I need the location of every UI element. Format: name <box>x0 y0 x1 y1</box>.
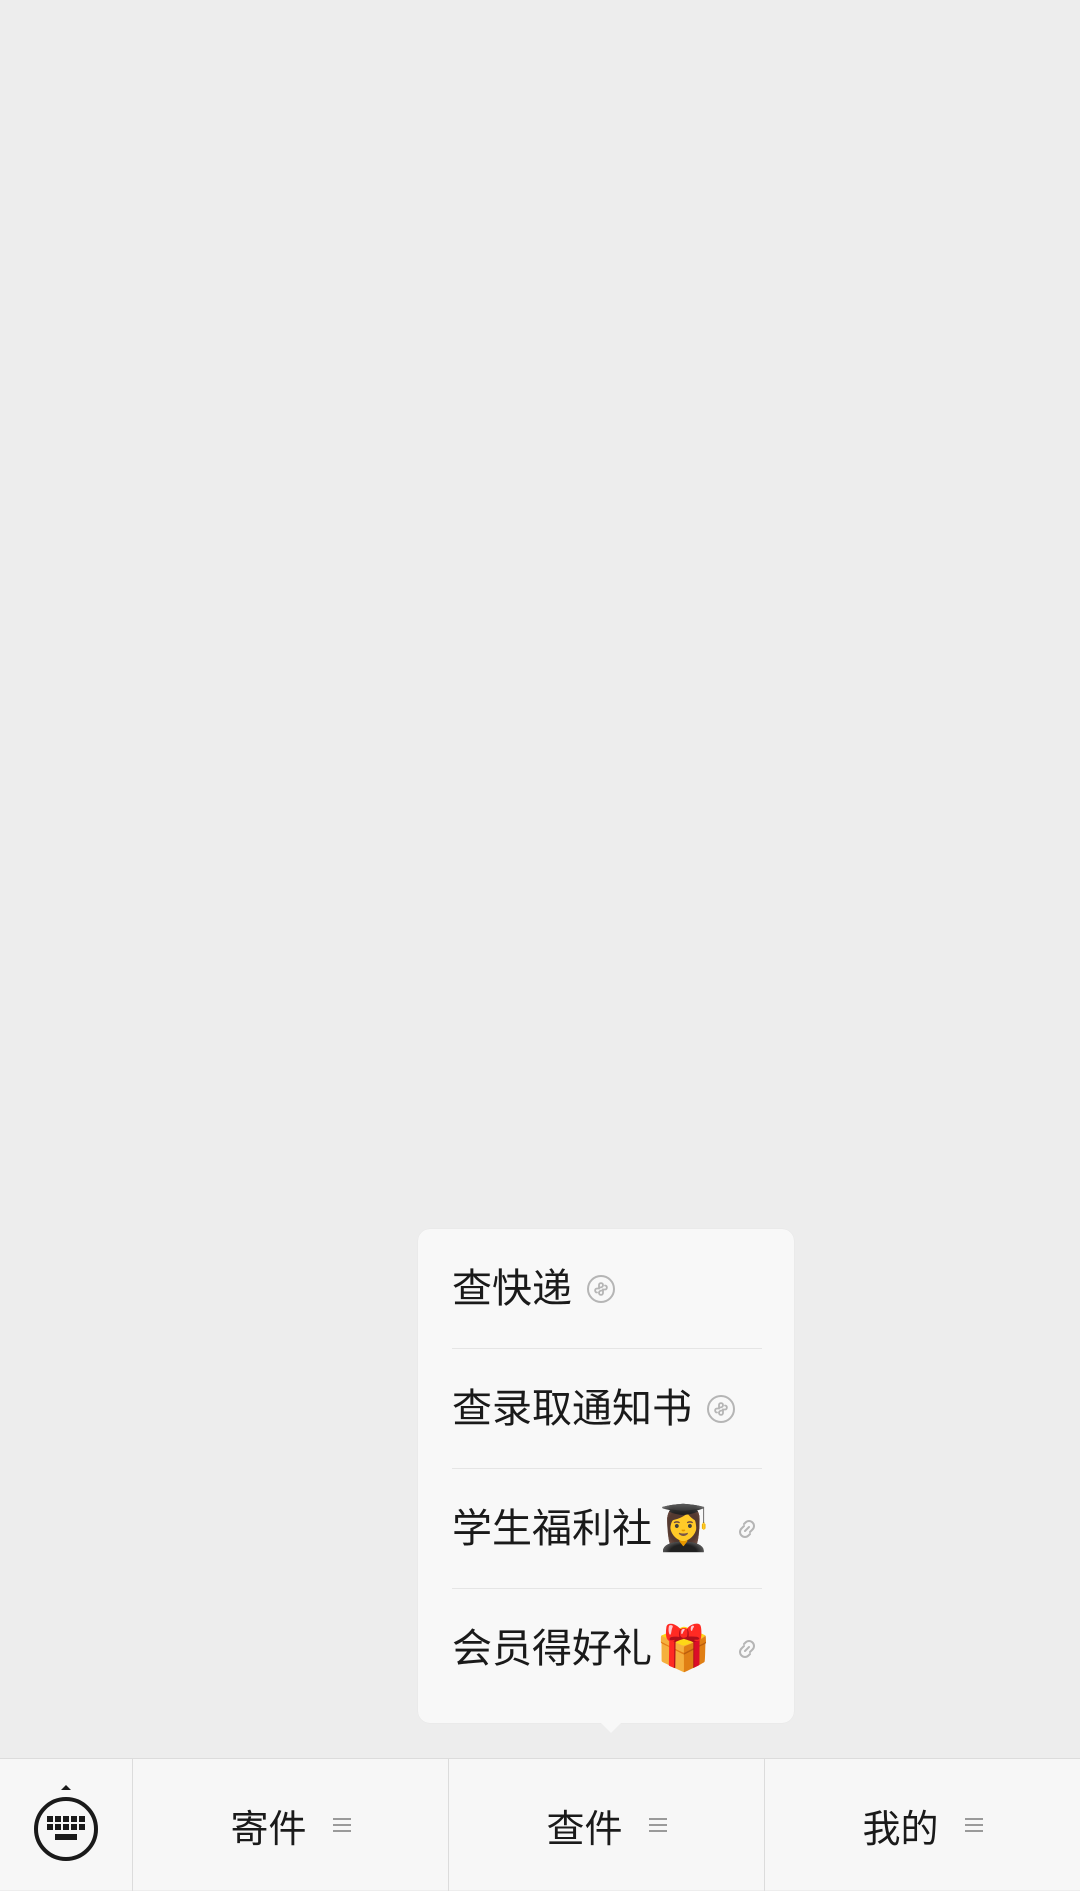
gift-emoji-icon: 🎁 <box>656 1623 711 1674</box>
submenu-item-label: 会员得好礼 <box>452 1626 652 1672</box>
submenu-item-admission-letter[interactable]: 查录取通知书 <box>452 1349 762 1469</box>
menu-tab-label: 寄件 <box>230 1806 307 1851</box>
submenu-item-member-gift[interactable]: 会员得好礼 🎁 <box>452 1589 762 1709</box>
link-icon <box>739 1519 755 1538</box>
submenu-popup: 查快递 查录取通知书 学生福利社 👩‍🎓 会员得好礼 🎁 <box>418 1229 794 1723</box>
submenu-indicator-icon <box>964 1818 983 1832</box>
link-icon <box>739 1640 755 1658</box>
menu-tab-mine[interactable]: 我的 <box>765 1759 1080 1891</box>
menu-tab-label: 查件 <box>546 1806 623 1851</box>
submenu-indicator-icon <box>332 1818 351 1832</box>
mini-program-icon <box>707 1394 735 1423</box>
mini-program-icon <box>587 1274 615 1303</box>
official-account-menu-bar: 寄件 查件 我的 <box>0 1758 1080 1891</box>
submenu-item-label: 学生福利社 <box>452 1505 652 1552</box>
student-emoji-icon: 👩‍🎓 <box>656 1502 711 1554</box>
popup-pointer <box>598 1720 624 1733</box>
keyboard-switch-button[interactable] <box>0 1759 133 1891</box>
menu-tab-query[interactable]: 查件 <box>449 1759 765 1891</box>
menu-tab-label: 我的 <box>862 1806 939 1851</box>
submenu-item-label: 查录取通知书 <box>452 1385 692 1432</box>
submenu-item-label: 查快递 <box>452 1265 572 1312</box>
submenu-item-track-package[interactable]: 查快递 <box>452 1229 762 1349</box>
submenu-item-student-welfare[interactable]: 学生福利社 👩‍🎓 <box>452 1469 762 1589</box>
menu-tab-send[interactable]: 寄件 <box>133 1759 449 1891</box>
submenu-indicator-icon <box>648 1818 667 1832</box>
keyboard-icon <box>34 1785 98 1861</box>
